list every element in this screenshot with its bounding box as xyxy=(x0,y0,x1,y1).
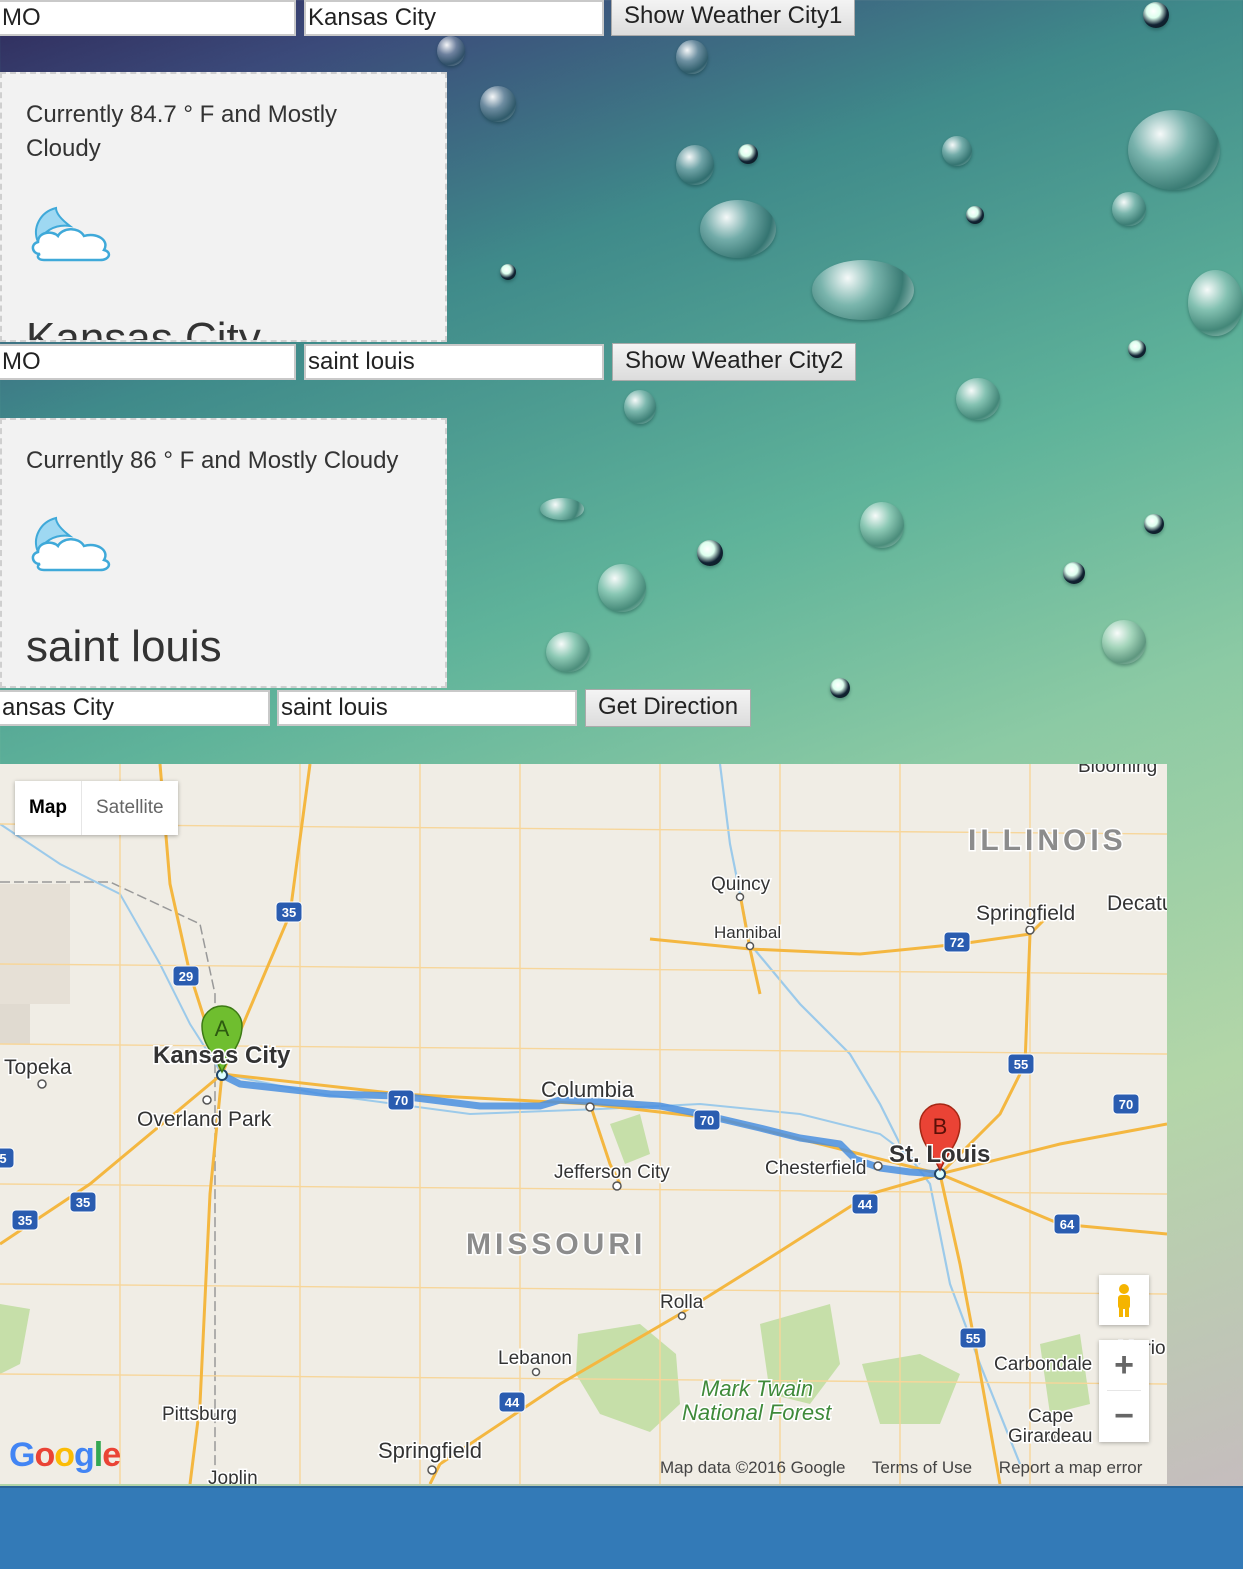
state-label-illinois: ILLINOIS xyxy=(968,824,1127,857)
highway-shield: 70 xyxy=(1112,1093,1140,1115)
map-footer: Map data ©2016 Google Terms of Use Repor… xyxy=(660,1458,1164,1478)
place-label: Chesterfield xyxy=(765,1158,866,1179)
map-canvas[interactable]: A B 35 29 70 70 55 72 70 44 64 35 35 55 … xyxy=(0,764,1167,1484)
svg-text:5: 5 xyxy=(0,1151,7,1166)
route-map[interactable]: A B 35 29 70 70 55 72 70 44 64 35 35 55 … xyxy=(0,764,1167,1484)
highway-shield: 5 xyxy=(0,1147,15,1169)
svg-text:70: 70 xyxy=(394,1093,408,1108)
bottom-bar xyxy=(0,1486,1243,1569)
place-label: Blooming xyxy=(1078,764,1157,777)
partly-cloudy-night-icon xyxy=(31,206,111,262)
place-label: Columbia xyxy=(541,1077,635,1102)
zoom-in-button[interactable]: + xyxy=(1099,1340,1149,1390)
place-label: Quincy xyxy=(711,874,771,895)
direction-origin-input[interactable]: ansas City xyxy=(0,690,270,726)
city2-conditions-text: Currently 86 ° F and Mostly Cloudy xyxy=(26,447,399,474)
place-label: Girardeau xyxy=(1008,1426,1093,1447)
map-type-control: Map Satellite xyxy=(15,781,178,835)
svg-text:44: 44 xyxy=(505,1395,520,1410)
svg-text:35: 35 xyxy=(18,1213,32,1228)
marker-b-label: B xyxy=(933,1114,948,1139)
city1-city-input[interactable]: Kansas City xyxy=(304,0,604,36)
svg-text:55: 55 xyxy=(966,1331,980,1346)
show-weather-city1-button[interactable]: Show Weather City1 xyxy=(611,0,856,36)
zoom-control: + − xyxy=(1099,1340,1149,1442)
highway-shield: 55 xyxy=(959,1327,987,1349)
map-data-attribution: Map data ©2016 Google xyxy=(660,1458,846,1477)
highway-shield: 72 xyxy=(943,931,971,953)
partly-cloudy-night-icon xyxy=(31,516,111,572)
city2-weather-panel: Currently 86 ° F and Mostly Cloudy saint… xyxy=(0,418,447,688)
svg-text:70: 70 xyxy=(1119,1097,1133,1112)
svg-text:29: 29 xyxy=(179,969,193,984)
highway-shield: 35 xyxy=(275,901,303,923)
terms-of-use-link[interactable]: Terms of Use xyxy=(872,1458,972,1477)
report-map-error-link[interactable]: Report a map error xyxy=(999,1458,1143,1477)
place-label: Overland Park xyxy=(137,1108,272,1131)
highway-shield: 35 xyxy=(11,1209,39,1231)
city1-name: Kansas City xyxy=(26,314,261,342)
place-label: Lebanon xyxy=(498,1348,572,1369)
google-logo: Google xyxy=(9,1436,121,1474)
svg-text:70: 70 xyxy=(700,1113,714,1128)
place-label: Hannibal xyxy=(714,923,781,942)
highway-shield: 35 xyxy=(69,1191,97,1213)
svg-text:44: 44 xyxy=(858,1197,873,1212)
zoom-out-button[interactable]: − xyxy=(1099,1391,1149,1441)
svg-text:55: 55 xyxy=(1014,1057,1028,1072)
city1-conditions-text: Currently 84.7 ° F and Mostly Cloudy xyxy=(26,101,338,162)
highway-shield: 64 xyxy=(1053,1213,1081,1235)
place-label: Rolla xyxy=(660,1292,704,1313)
direction-destination-input[interactable]: saint louis xyxy=(277,690,577,726)
svg-text:64: 64 xyxy=(1060,1217,1075,1232)
state-label-missouri: MISSOURI xyxy=(466,1228,646,1261)
place-label: Springfield xyxy=(378,1438,482,1463)
map-type-map-button[interactable]: Map xyxy=(15,781,81,835)
map-type-satellite-button[interactable]: Satellite xyxy=(81,781,178,835)
highway-shield: 70 xyxy=(387,1089,415,1111)
highway-shield: 70 xyxy=(693,1109,721,1131)
marker-a-label: A xyxy=(215,1016,230,1041)
place-label: Jefferson City xyxy=(554,1162,670,1183)
svg-text:35: 35 xyxy=(282,905,296,920)
place-label: Cape xyxy=(1028,1406,1073,1427)
city1-state-input[interactable]: MO xyxy=(0,0,296,36)
svg-text:72: 72 xyxy=(950,935,964,950)
place-label: National Forest xyxy=(682,1400,832,1425)
highway-shield: 29 xyxy=(172,965,200,987)
show-weather-city2-button[interactable]: Show Weather City2 xyxy=(612,343,857,381)
city2-state-input[interactable]: MO xyxy=(0,344,296,380)
street-view-pegman-icon[interactable] xyxy=(1099,1275,1149,1325)
place-label: Pittsburg xyxy=(162,1404,237,1425)
highway-shield: 44 xyxy=(851,1193,879,1215)
city1-weather-panel: Currently 84.7 ° F and Mostly Cloudy Kan… xyxy=(0,72,447,342)
city2-city-input[interactable]: saint louis xyxy=(304,344,604,380)
place-label: St. Louis xyxy=(889,1141,990,1168)
place-label: Mark Twain xyxy=(701,1376,813,1401)
place-label: Decatu xyxy=(1107,892,1167,915)
place-label: Topeka xyxy=(4,1056,72,1079)
get-direction-button[interactable]: Get Direction xyxy=(585,689,752,727)
place-label: Joplin xyxy=(208,1468,258,1484)
place-label: Carbondale xyxy=(994,1354,1092,1375)
place-label: Kansas City xyxy=(153,1042,291,1069)
svg-text:35: 35 xyxy=(76,1195,90,1210)
highway-shield: 44 xyxy=(498,1391,526,1413)
highway-shield: 55 xyxy=(1007,1053,1035,1075)
place-label: Springfield xyxy=(976,902,1075,925)
city2-name: saint louis xyxy=(26,622,222,671)
